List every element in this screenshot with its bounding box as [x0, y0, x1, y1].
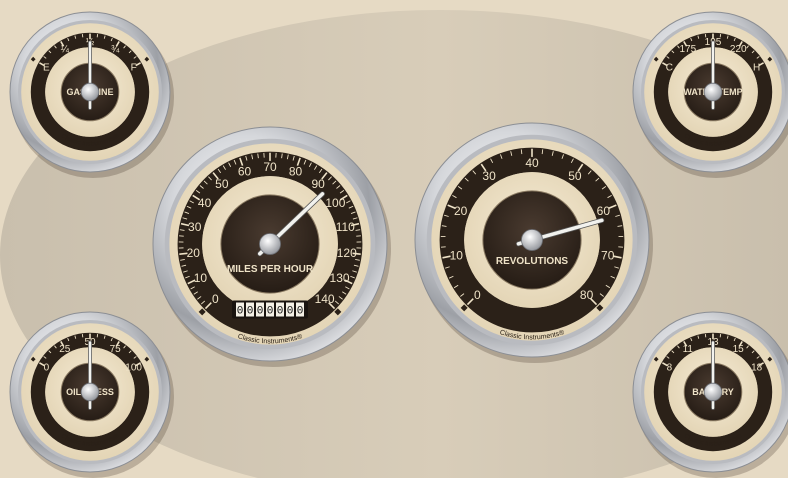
speedometer-tick-label: 30	[188, 220, 202, 234]
speedometer-tick-label: 140	[315, 292, 335, 306]
tachometer-tick	[520, 149, 523, 155]
tachometer-tick-label: 80	[580, 288, 594, 302]
oil_press-needle-cap	[80, 382, 100, 402]
speedometer-tick-label: 120	[337, 246, 357, 260]
speedometer-tick-label: 0	[212, 292, 219, 306]
speedometer-tick-label: 130	[330, 271, 350, 285]
speedometer-tick-label: 10	[194, 271, 208, 285]
gasoline-tick-label: F	[131, 62, 137, 73]
speedometer-tick-label: 100	[325, 196, 345, 210]
tachometer-tick-label: 50	[568, 169, 582, 183]
speedometer-odometer-digit: 0	[237, 306, 244, 318]
speedometer-odometer-digit: 0	[297, 306, 304, 318]
speedometer-tick-label: 20	[187, 246, 201, 260]
speedometer-odometer-digit: 0	[287, 306, 294, 318]
speedometer-tick-label: 50	[215, 177, 229, 191]
speedometer-tick	[257, 153, 259, 159]
speedometer-odometer-digit: 0	[277, 306, 284, 318]
tachometer-tick-label: 60	[597, 204, 611, 218]
oil_press-tick-label: 25	[59, 344, 71, 355]
oil_press-tick-label: 0	[44, 362, 50, 373]
tachometer-tick-label: 10	[450, 248, 464, 262]
speedometer-tick-label: 40	[198, 196, 212, 210]
water_temp-tick-label: 175	[679, 44, 696, 55]
gauge-cluster: E¼½¾FGASOLINEClassic Instruments®C175195…	[0, 10, 788, 478]
speedometer-tick-label: 90	[311, 177, 325, 191]
speedometer-odometer-digit: 0	[257, 306, 264, 318]
water_temp-tick-label: 220	[730, 44, 747, 55]
dashboard-panel: E¼½¾FGASOLINEClassic Instruments®C175195…	[0, 0, 788, 478]
battery-needle-cap	[703, 382, 723, 402]
battery-tick-label: 8	[667, 362, 673, 373]
speedometer-needle-cap	[259, 233, 281, 255]
tachometer-label: REVOLUTIONS	[496, 256, 569, 267]
battery-tick-label: 11	[683, 344, 694, 355]
speedometer-odometer-digit: 0	[267, 306, 274, 318]
tachometer-needle-cap	[521, 229, 543, 251]
gasoline-needle-cap	[80, 82, 100, 102]
water_temp-tick-label: C	[666, 62, 673, 73]
tachometer-tick-label: 40	[525, 156, 539, 170]
gasoline-gauge: E¼½¾FGASOLINEClassic Instruments®	[9, 11, 174, 178]
speedometer-tick-label: 70	[263, 160, 277, 174]
oil_press-tick-label: 100	[125, 362, 142, 373]
water_temp-needle-cap	[703, 82, 723, 102]
speedometer-tick-label: 60	[238, 164, 252, 178]
speedometer-tick-label: 110	[336, 220, 355, 234]
speedometer-odometer-digit: 0	[247, 306, 254, 318]
tachometer-tick-label: 30	[482, 169, 496, 183]
gasoline-tick-label: ¼	[61, 43, 70, 55]
tachometer-tick-label: 70	[601, 248, 615, 262]
speedometer-tick	[281, 153, 283, 159]
oil_press-tick-label: 75	[110, 344, 122, 355]
speedometer-label: MILES PER HOUR	[227, 264, 314, 275]
battery-tick-label: 18	[751, 362, 763, 373]
tachometer-tick-label: 20	[454, 204, 468, 218]
speedometer-tick-label: 80	[289, 164, 303, 178]
water_temp-tick-label: H	[753, 62, 760, 73]
gasoline-tick-label: E	[43, 62, 50, 73]
tachometer-tick	[541, 149, 544, 155]
battery-tick-label: 15	[733, 344, 745, 355]
gasoline-tick-label: ¾	[111, 44, 120, 55]
tachometer-tick-label: 0	[474, 288, 481, 302]
